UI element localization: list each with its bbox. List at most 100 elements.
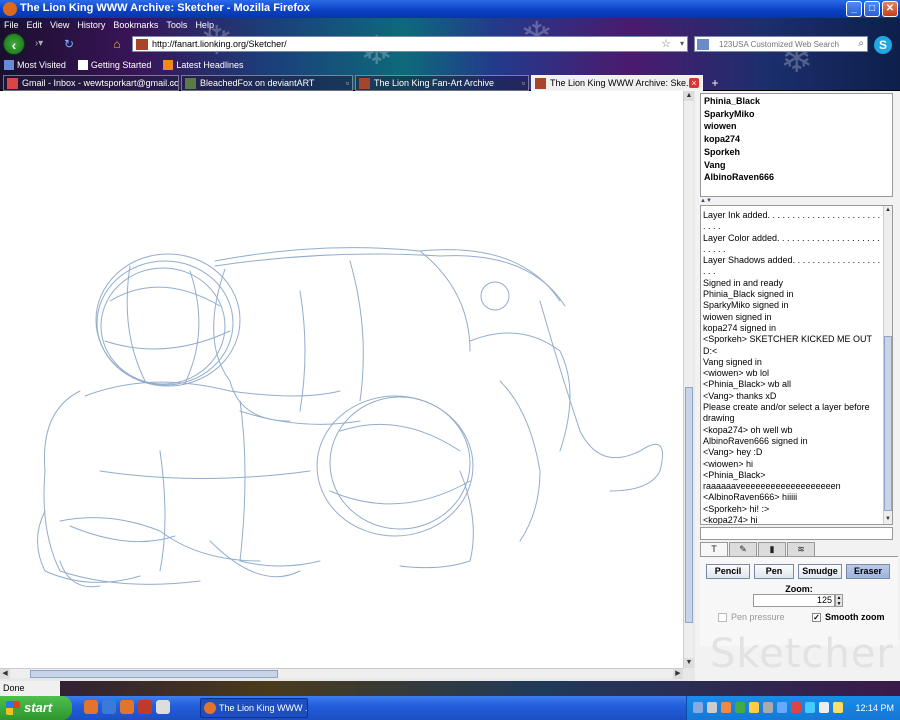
tab-text-tool[interactable]: T xyxy=(700,542,728,556)
scroll-left-icon[interactable]: ◀ xyxy=(0,669,10,679)
tray-icon[interactable] xyxy=(791,702,801,713)
chat-input[interactable] xyxy=(700,527,893,540)
menu-tools[interactable]: Tools xyxy=(166,18,187,32)
scroll-down-icon[interactable]: ▼ xyxy=(684,658,694,668)
tray-icon[interactable] xyxy=(833,702,843,713)
user-list-item[interactable]: wiowen xyxy=(704,120,889,133)
chat-scrollbar[interactable]: ▲ ▼ xyxy=(883,206,892,524)
chat-log: Layer Ink added. . . . . . . . . . . . .… xyxy=(703,210,883,524)
minimize-button[interactable]: _ xyxy=(846,1,862,17)
user-list-item[interactable]: kopa274 xyxy=(704,133,889,146)
menu-edit[interactable]: Edit xyxy=(27,18,43,32)
canvas-vertical-scrollbar[interactable]: ▲ ▼ xyxy=(683,91,694,668)
star-icon[interactable]: ☆ xyxy=(661,37,671,51)
menu-file[interactable]: File xyxy=(4,18,19,32)
scroll-up-icon[interactable]: ▲ xyxy=(684,91,694,101)
bookmark-most-visited[interactable]: Most Visited xyxy=(4,57,66,73)
close-tab-icon[interactable]: ▫ xyxy=(522,76,525,90)
scroll-up-icon[interactable]: ▲ xyxy=(884,206,892,215)
chat-message: <Sporkeh> hi! :> xyxy=(703,503,770,514)
firefox-icon xyxy=(3,2,17,16)
scroll-right-icon[interactable]: ▶ xyxy=(673,669,683,679)
home-icon[interactable]: ⌂ xyxy=(110,37,124,51)
smooth-zoom-checkbox[interactable]: ✓ Smooth zoom xyxy=(812,612,885,622)
tab-brush-tool[interactable]: ✎ xyxy=(729,542,757,556)
scroll-thumb[interactable] xyxy=(685,387,693,623)
close-tab-icon[interactable]: × xyxy=(689,78,699,88)
rss-icon xyxy=(163,60,174,70)
user-list-item[interactable]: SparkyMiko xyxy=(704,108,889,121)
close-button[interactable]: ✕ xyxy=(882,1,898,17)
firefox-icon[interactable] xyxy=(120,700,134,714)
user-list-item[interactable]: Vang xyxy=(704,159,889,172)
search-box[interactable]: ⌕ xyxy=(694,36,868,52)
menu-view[interactable]: View xyxy=(50,18,69,32)
close-tab-icon[interactable]: ▫ xyxy=(346,76,349,90)
tab-color-tool[interactable]: ▮ xyxy=(758,542,786,556)
bookmark-latest-headlines[interactable]: Latest Headlines xyxy=(163,57,243,73)
tray-icon[interactable] xyxy=(693,702,703,713)
menu-bookmarks[interactable]: Bookmarks xyxy=(113,18,158,32)
desktop-icon[interactable] xyxy=(156,700,170,714)
zoom-label: Zoom: xyxy=(785,584,813,594)
status-text: Done xyxy=(0,681,60,696)
scroll-thumb[interactable] xyxy=(884,336,892,511)
canvas-horizontal-scrollbar[interactable]: ◀ ▶ xyxy=(0,668,683,679)
user-list-item[interactable]: Sporkeh xyxy=(704,146,889,159)
zoom-input[interactable]: 125 xyxy=(753,594,835,607)
user-list-item[interactable]: Phinia_Black xyxy=(704,95,889,108)
close-tab-icon[interactable]: ▫ xyxy=(172,76,175,90)
tray-icon[interactable] xyxy=(819,702,829,713)
tray-icon[interactable] xyxy=(721,702,731,713)
menu-help[interactable]: Help xyxy=(195,18,214,32)
new-tab-button[interactable]: + xyxy=(707,76,723,90)
pen-button[interactable]: Pen xyxy=(754,564,794,579)
tab-deviantart[interactable]: BleachedFox on deviantART ▫ xyxy=(181,75,353,91)
start-button[interactable]: start xyxy=(0,696,72,720)
forward-button[interactable]: ›▾ xyxy=(27,37,51,51)
tray-icon[interactable] xyxy=(763,702,773,713)
url-dropdown-icon[interactable]: ▾ xyxy=(680,37,684,51)
chat-message: kopa274 signed in xyxy=(703,322,777,333)
bookmark-getting-started[interactable]: Getting Started xyxy=(77,57,151,73)
tab-layers-tool[interactable]: ≋ xyxy=(787,542,815,556)
pen-pressure-checkbox[interactable]: Pen pressure xyxy=(718,612,785,622)
site-favicon xyxy=(535,78,546,89)
zoom-stepper[interactable]: ▲ ▼ xyxy=(835,594,843,607)
pencil-button[interactable]: Pencil xyxy=(706,564,750,579)
chat-message: Phinia_Black signed in xyxy=(703,289,794,300)
drawing-canvas[interactable] xyxy=(0,91,683,668)
chat-message: AlbinoRaven666 signed in xyxy=(703,435,808,446)
search-icon[interactable]: ⌕ xyxy=(858,37,864,51)
skype-icon[interactable]: S xyxy=(874,36,892,54)
url-bar[interactable]: ☆ ▾ xyxy=(132,36,688,52)
tray-icon[interactable] xyxy=(707,702,717,713)
reload-icon[interactable]: ↻ xyxy=(62,37,76,51)
chat-message: <Vang> hey :D xyxy=(703,447,763,458)
chat-message: Please create and/or select a layer befo… xyxy=(703,402,873,424)
tab-fanart-archive[interactable]: The Lion King Fan-Art Archive ▫ xyxy=(355,75,529,91)
maximize-button[interactable]: □ xyxy=(864,1,880,17)
panel-splitter[interactable]: ▲▼ xyxy=(700,198,893,204)
tray-icon[interactable] xyxy=(805,702,815,713)
url-input[interactable] xyxy=(152,37,652,51)
taskbar-window-item[interactable]: The Lion King WWW ... xyxy=(200,698,308,718)
firefox-icon[interactable] xyxy=(84,700,98,714)
tray-icon[interactable] xyxy=(777,702,787,713)
smudge-button[interactable]: Smudge xyxy=(798,564,842,579)
scroll-thumb[interactable] xyxy=(30,670,278,678)
browser-icon[interactable] xyxy=(102,700,116,714)
back-button[interactable]: ‹ xyxy=(3,33,25,55)
tab-sketcher[interactable]: The Lion King WWW Archive: Ske... × xyxy=(531,75,703,91)
scroll-down-icon[interactable]: ▼ xyxy=(884,515,892,524)
app-icon[interactable] xyxy=(138,700,152,714)
eraser-button[interactable]: Eraser xyxy=(846,564,890,579)
user-list-item[interactable]: AlbinoRaven666 xyxy=(704,171,889,184)
sketcher-side-panel: Phinia_Black SparkyMiko wiowen kopa274 S… xyxy=(695,91,900,681)
tab-gmail[interactable]: Gmail - Inbox - wewtsporkart@gmail.com ▫ xyxy=(3,75,179,91)
search-engine-icon[interactable] xyxy=(697,39,709,50)
tray-icon[interactable] xyxy=(749,702,759,713)
search-input[interactable] xyxy=(719,37,849,51)
menu-history[interactable]: History xyxy=(77,18,105,32)
tray-icon[interactable] xyxy=(735,702,745,713)
